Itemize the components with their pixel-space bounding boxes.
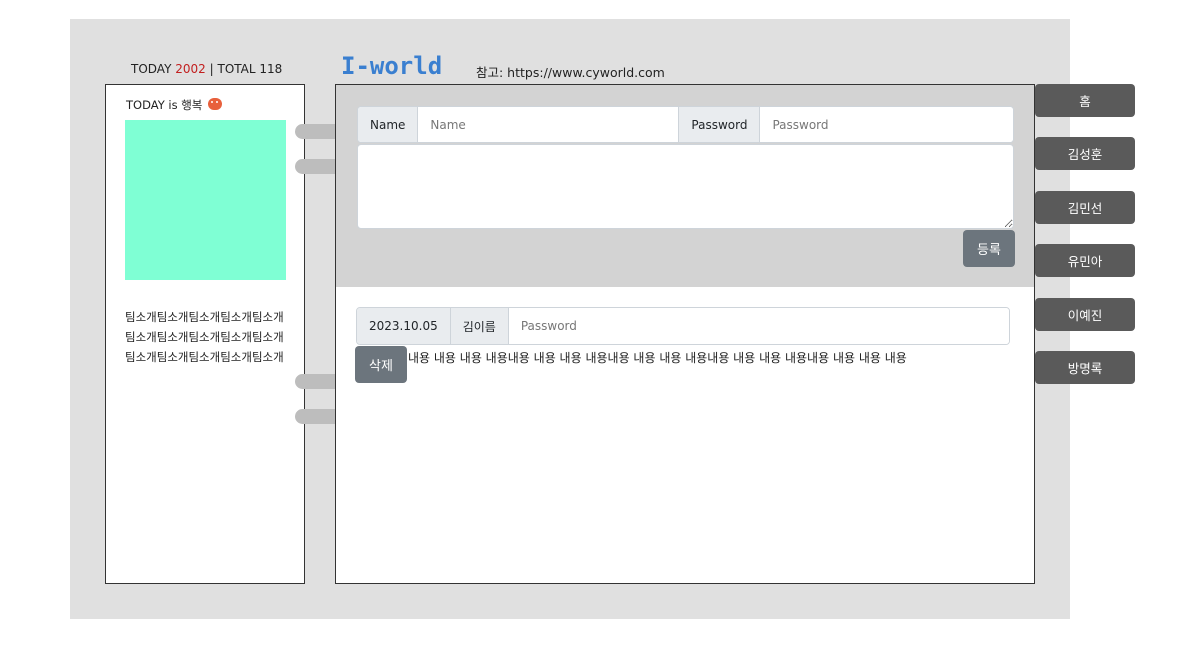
today-mood: TODAY is 행복 xyxy=(126,97,223,113)
entry-content: 내용 내용 내용 내용내용 내용 내용 내용내용 내용 내용 내용내용 내용 내… xyxy=(408,351,907,365)
today-label: TODAY xyxy=(131,62,172,76)
total-count: 118 xyxy=(259,62,283,76)
password-input[interactable] xyxy=(760,107,1013,142)
profile-panel: TODAY is 행복 팀소개팀소개팀소개팀소개팀소개팀소개팀소개팀소개팀소개팀… xyxy=(105,84,305,584)
submit-button[interactable]: 등록 xyxy=(963,230,1015,267)
profile-photo xyxy=(125,120,286,280)
total-label: TOTAL xyxy=(217,62,256,76)
today-count: 2002 xyxy=(175,62,206,76)
entry-password-input[interactable] xyxy=(508,308,1009,344)
nav-tab-member-3[interactable]: 유민아 xyxy=(1035,244,1135,277)
nav-tab-member-4[interactable]: 이예진 xyxy=(1035,298,1135,331)
nav-tab-guestbook[interactable]: 방명록 xyxy=(1035,351,1135,384)
nav-tab-member-1[interactable]: 김성훈 xyxy=(1035,137,1135,170)
reference-link: 참고: https://www.cyworld.com xyxy=(476,65,665,80)
guestbook-write-area: Name Password 등록 xyxy=(336,85,1034,287)
mood-text: TODAY is 행복 xyxy=(126,98,203,112)
nav-tab-home[interactable]: 홈 xyxy=(1035,84,1135,117)
mood-emoji-icon xyxy=(208,98,223,110)
name-input[interactable] xyxy=(418,107,679,142)
name-label: Name xyxy=(358,107,419,142)
delete-button[interactable]: 삭제 xyxy=(355,346,407,383)
nav-tab-member-2[interactable]: 김민선 xyxy=(1035,191,1135,224)
content-textarea[interactable] xyxy=(357,144,1014,229)
site-logo: I-world xyxy=(341,52,443,80)
guestbook-panel: Name Password 등록 2023.10.05 김이름 삭제 내용 내용… xyxy=(335,84,1035,584)
entry-date: 2023.10.05 xyxy=(357,308,451,344)
entry-header-row: 2023.10.05 김이름 xyxy=(356,307,1010,345)
counter-separator: | xyxy=(209,62,214,76)
team-intro-text: 팀소개팀소개팀소개팀소개팀소개팀소개팀소개팀소개팀소개팀소개팀소개팀소개팀소개팀… xyxy=(125,310,284,364)
password-label: Password xyxy=(678,107,761,142)
guestbook-input-row: Name Password xyxy=(357,106,1014,143)
visitor-counter: TODAY 2002 | TOTAL 118 xyxy=(131,62,282,76)
entry-author: 김이름 xyxy=(450,308,509,344)
